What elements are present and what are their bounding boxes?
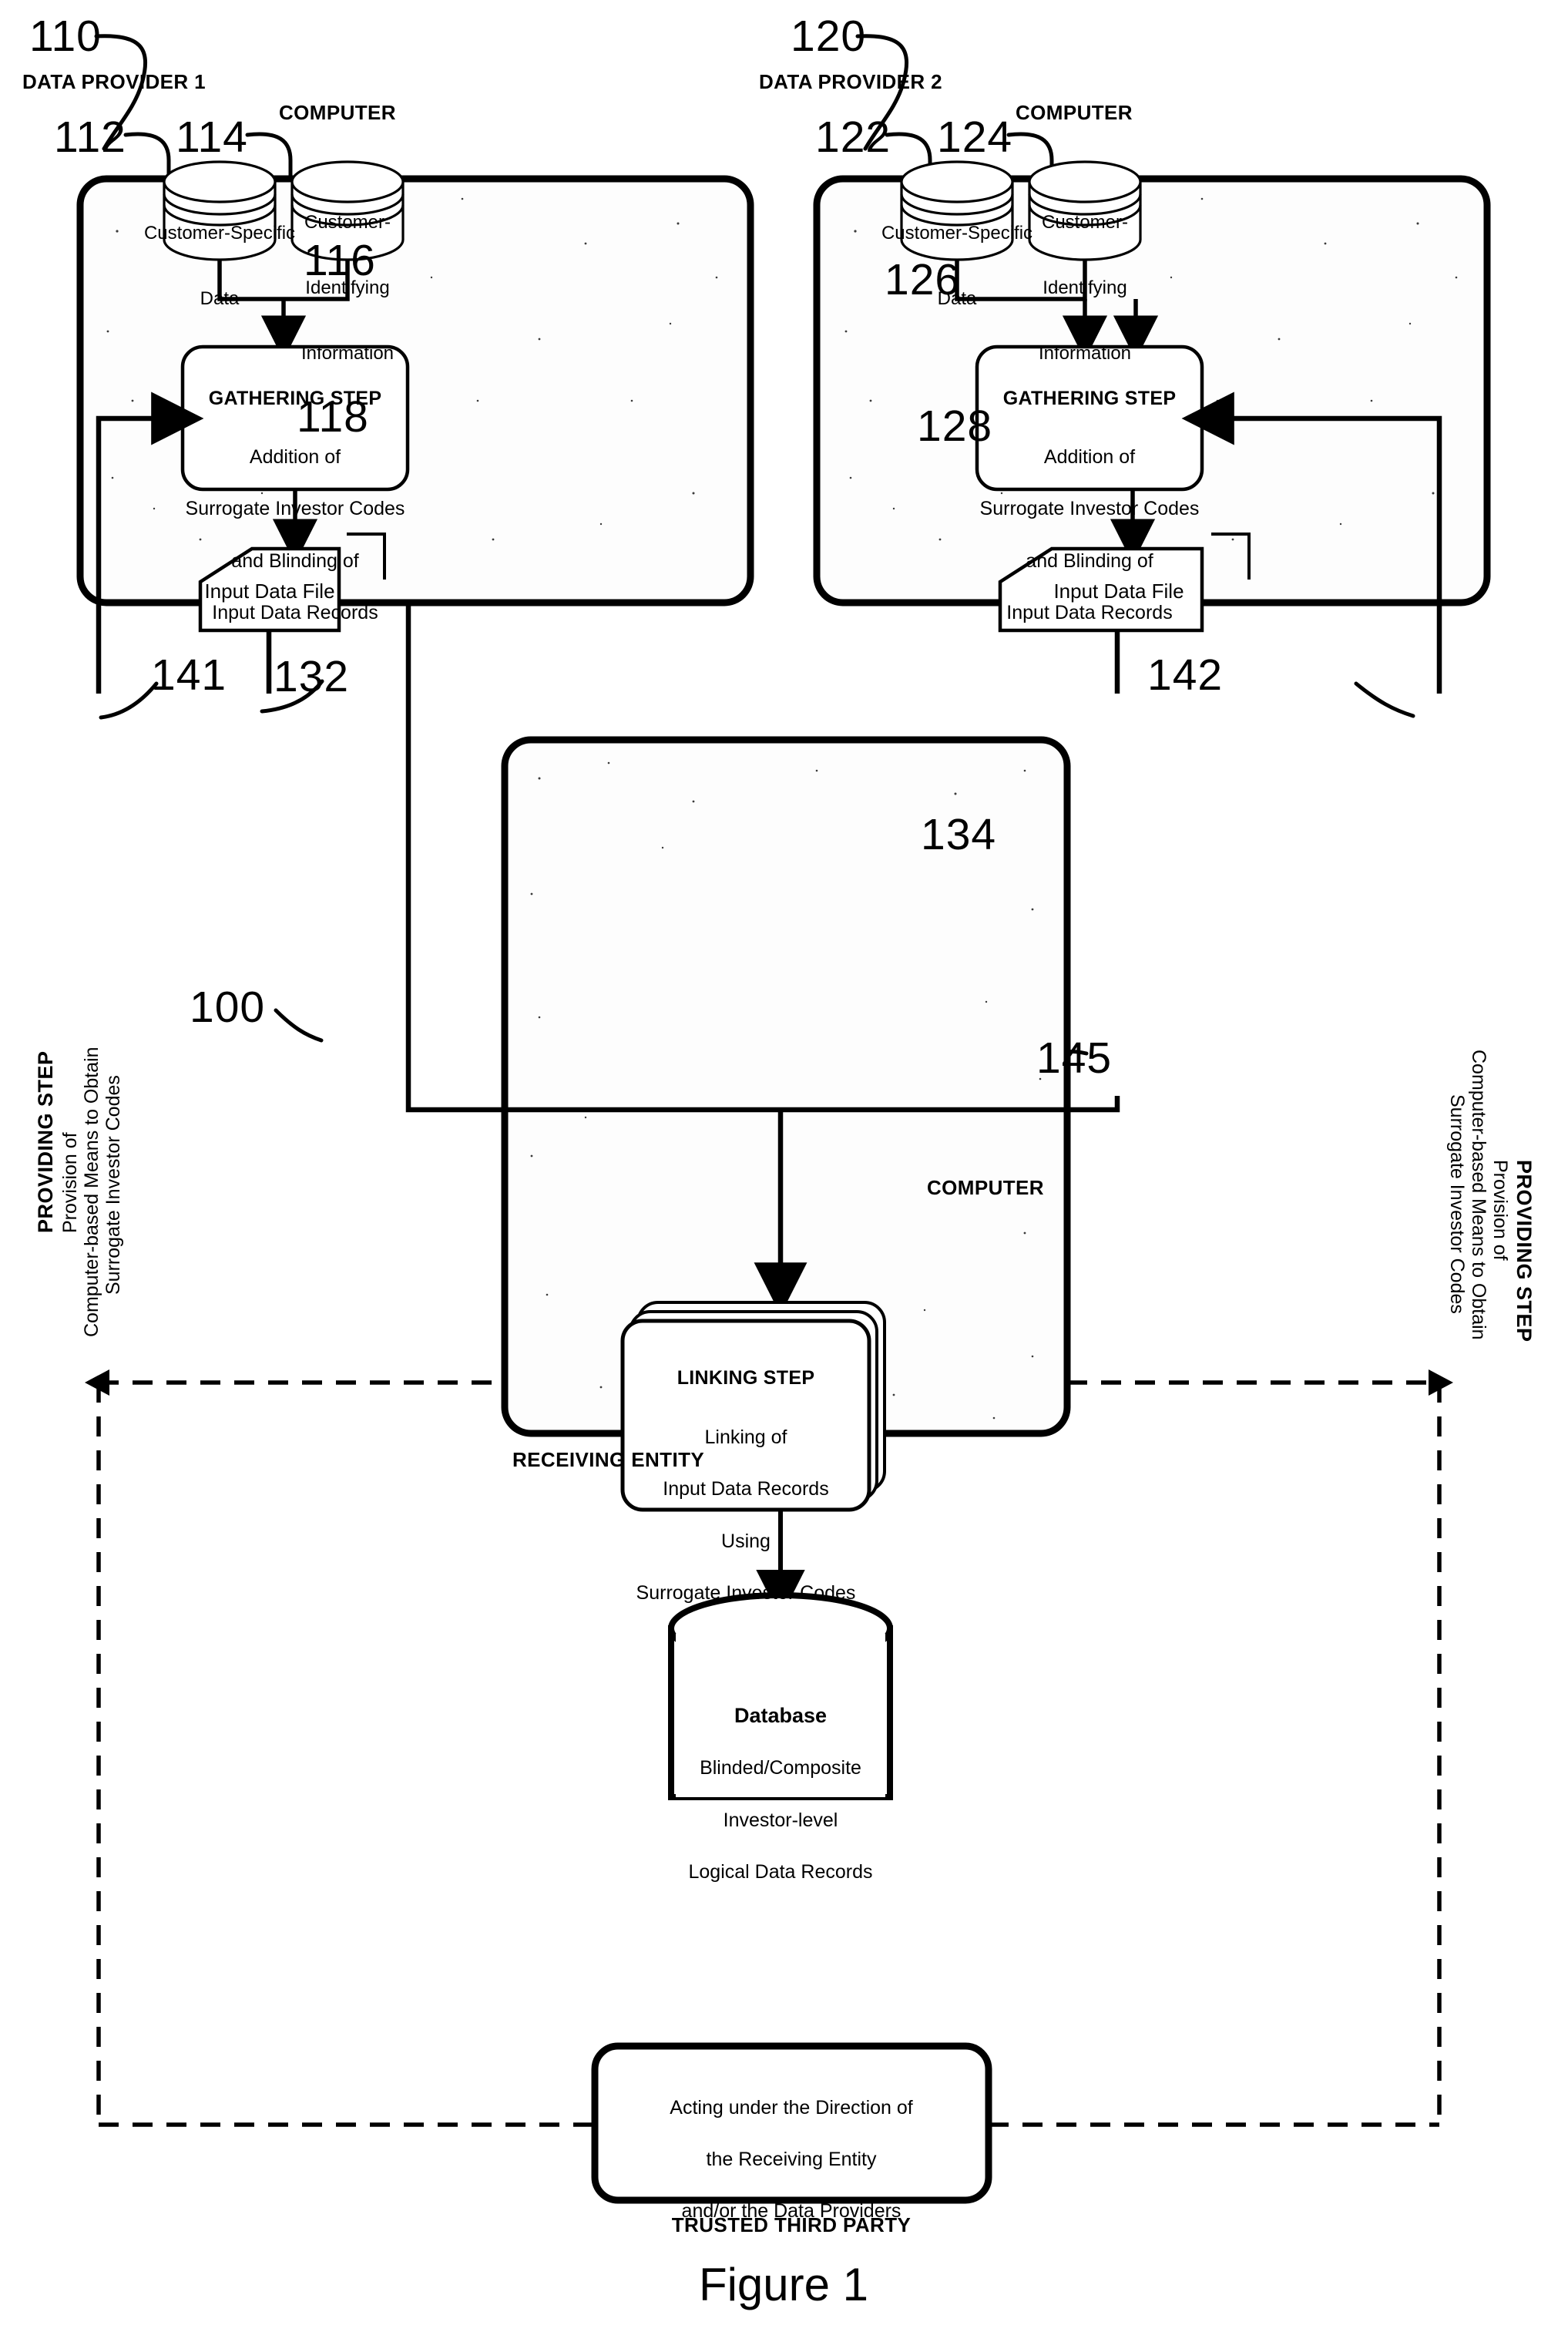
- gathering-step-116-title: GATHERING STEP: [208, 387, 382, 409]
- input-data-file-118-label: Input Data File: [204, 580, 335, 603]
- ref-124: 124: [937, 113, 1013, 162]
- linking-step-132-line-2: Input Data Records: [663, 1478, 829, 1500]
- linking-step-132-title: LINKING STEP: [677, 1366, 815, 1389]
- database-134-line-1: Blinded/Composite: [700, 1757, 861, 1779]
- gathering-step-126-title: GATHERING STEP: [1002, 387, 1177, 409]
- db-114-line-2: Identifying: [305, 277, 390, 298]
- gathering-step-116: GATHERING STEP Addition of Surrogate Inv…: [180, 358, 411, 654]
- gathering-step-126-line-3: and Blinding of: [1026, 549, 1153, 572]
- db-112-line-1: Customer-Specific: [143, 222, 296, 244]
- ref-120: 120: [791, 12, 867, 61]
- trusted-third-party-title: TRUSTED THIRD PARTY: [671, 2213, 912, 2236]
- db-122-line-1: Customer-Specific: [881, 222, 1033, 244]
- ref-142: 142: [1147, 650, 1224, 700]
- linking-step-132-line-4: Surrogate Investor Codes: [636, 1581, 856, 1604]
- ref-141: 141: [151, 650, 227, 700]
- ttp-line-1: Acting under the Direction of: [670, 2096, 913, 2119]
- db-124-line-2: Identifying: [1043, 277, 1127, 298]
- db-112-label: Customer-Specific Data: [144, 179, 295, 354]
- gathering-step-116-line-4: Input Data Records: [212, 601, 378, 623]
- ref-132: 132: [274, 652, 350, 701]
- gathering-step-126-line-2: Surrogate Investor Codes: [979, 498, 1200, 520]
- gathering-step-126-line-1: Addition of: [1043, 446, 1136, 468]
- ref-110: 110: [29, 12, 102, 61]
- ref-145: 145: [1036, 1033, 1113, 1083]
- gathering-step-116-line-1: Addition of: [249, 446, 341, 468]
- ttp-line-2: the Receiving Entity: [706, 2149, 877, 2170]
- linking-step-132-line-1: Linking of: [704, 1426, 787, 1448]
- gathering-step-126: GATHERING STEP Addition of Surrogate Inv…: [974, 358, 1205, 654]
- providing-step-141-title: PROVIDING STEP: [34, 1050, 57, 1233]
- data-provider-1-title: DATA PROVIDER 1: [22, 70, 206, 93]
- provider-2-computer-label: COMPUTER: [1016, 101, 1133, 124]
- figure-canvas: 110 120 112 114 122 124 116 126 118 128 …: [0, 0, 1568, 2342]
- providing-step-141-line-2: Computer-based Means to Obtain: [81, 1047, 102, 1337]
- ref-114: 114: [176, 113, 248, 162]
- providing-step-142-line-2: Computer-based Means to Obtain: [1468, 1050, 1489, 1340]
- db-122-line-2: Data: [937, 287, 977, 309]
- providing-step-142-line-1: Provision of: [1489, 1160, 1511, 1261]
- figure-caption: Figure 1: [698, 2259, 869, 2310]
- providing-step-142-line-3: Surrogate Investor Codes: [1446, 1094, 1468, 1314]
- database-134-line-3: Logical Data Records: [688, 1860, 873, 1883]
- db-124-line-1: Customer-: [1041, 211, 1129, 233]
- gathering-step-126-line-4: Input Data Records: [1006, 601, 1173, 623]
- providing-step-141-line-1: Provision of: [59, 1132, 81, 1233]
- provider-1-computer-label: COMPUTER: [279, 101, 396, 124]
- linking-step-132-line-3: Using: [721, 1530, 771, 1552]
- ref-122: 122: [815, 113, 891, 162]
- gathering-step-116-line-3: and Blinding of: [231, 549, 359, 572]
- receiving-entity-computer-label: COMPUTER: [927, 1176, 1044, 1199]
- input-data-file-128-label: Input Data File: [1053, 580, 1184, 603]
- db-122-label: Customer-Specific Data: [881, 179, 1032, 354]
- database-134-title: Database: [734, 1703, 828, 1727]
- database-134-line-2: Investor-level: [723, 1809, 838, 1831]
- data-provider-2-title: DATA PROVIDER 2: [758, 70, 943, 93]
- db-114-line-1: Customer-: [304, 211, 391, 233]
- ref-112: 112: [54, 113, 126, 162]
- linking-step-132: LINKING STEP Linking of Input Data Recor…: [623, 1338, 869, 1634]
- receiving-entity-title: RECEIVING ENTITY: [512, 1448, 705, 1471]
- db-112-line-2: Data: [200, 287, 240, 309]
- database-134: Database Blinded/Composite Investor-leve…: [665, 1675, 896, 1913]
- ref-100: 100: [190, 983, 266, 1032]
- gathering-step-116-line-2: Surrogate Investor Codes: [185, 498, 405, 520]
- providing-step-142-title: PROVIDING STEP: [1513, 1160, 1536, 1342]
- ref-134: 134: [921, 810, 997, 859]
- providing-step-141-line-3: Surrogate Investor Codes: [102, 1075, 124, 1295]
